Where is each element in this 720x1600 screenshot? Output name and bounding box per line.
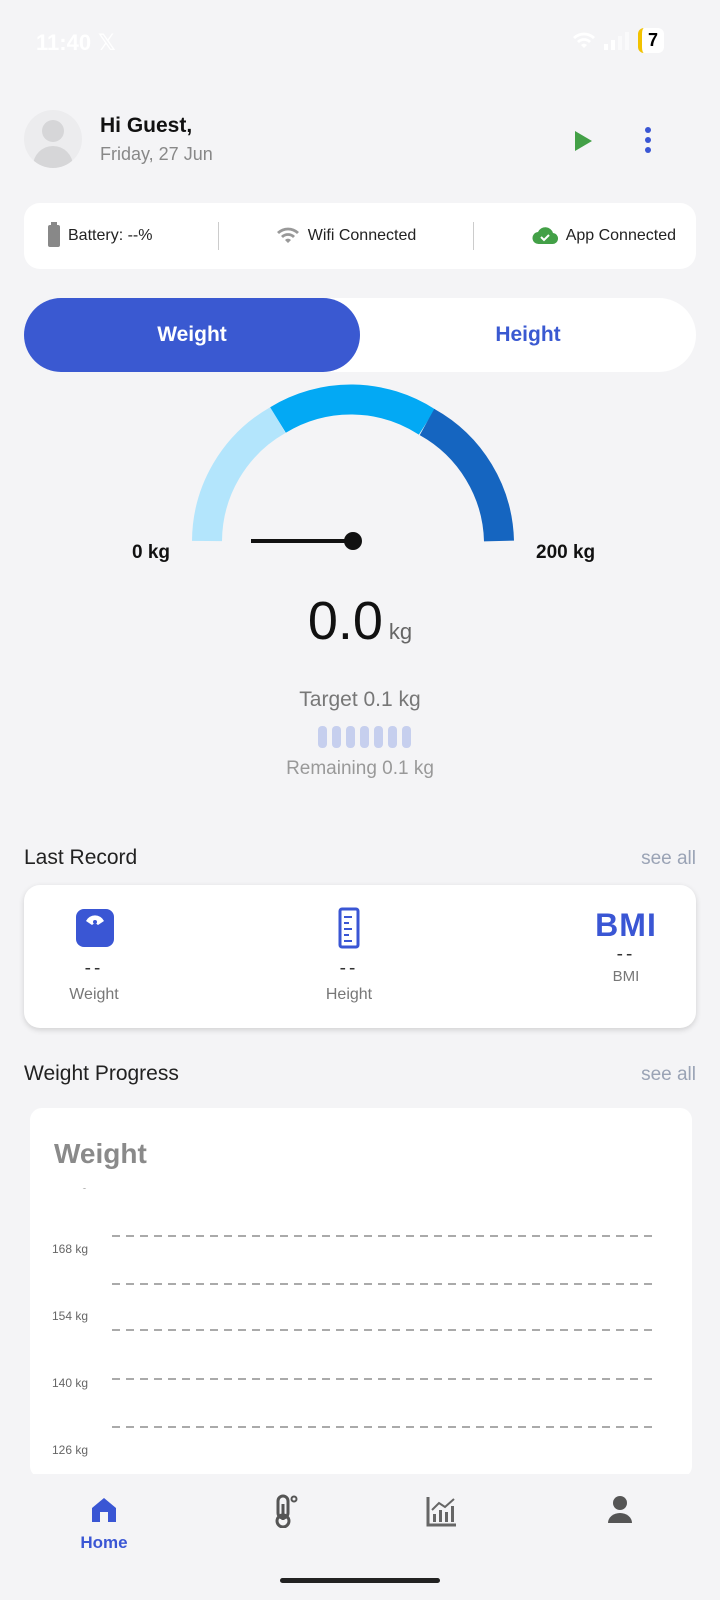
profile-icon [608, 1496, 632, 1523]
weight-progress-see-all-link[interactable]: see all [641, 1064, 696, 1086]
record-bmi-value: -- [616, 944, 636, 965]
greeting-text: Hi Guest, [100, 114, 193, 137]
record-bmi-label: BMI [612, 968, 640, 985]
dot-icon [645, 127, 651, 133]
app-status-label: App Connected [565, 227, 676, 244]
wifi-icon [572, 32, 595, 48]
header: Hi Guest, Friday, 27 Jun [24, 108, 696, 172]
wifi-status: Wifi Connected [219, 203, 473, 269]
gauge-segment-low [192, 406, 286, 542]
battery-icon [48, 222, 60, 247]
cloud-check-icon [532, 227, 558, 245]
dot-icon [645, 147, 651, 153]
weight-progress-title: Weight Progress [24, 1062, 179, 1085]
gauge-min-label: 0 kg [132, 542, 171, 563]
record-weight[interactable]: -- Weight [24, 907, 164, 1004]
tab-height[interactable]: Height [360, 298, 696, 372]
measurement-toggle: Weight Height [24, 298, 696, 372]
current-weight: 0.0 kg [0, 590, 720, 652]
battery-level-badge: 7 [637, 28, 664, 53]
signal-icon [603, 31, 629, 50]
play-button[interactable] [568, 126, 598, 156]
record-weight-label: Weight [69, 986, 119, 1003]
chart-title: Weight [54, 1138, 147, 1169]
nav-profile[interactable] [560, 1494, 680, 1529]
gauge-segment-mid [270, 384, 436, 435]
avatar[interactable] [24, 110, 82, 168]
gauge-segment-high [419, 408, 514, 542]
x-app-icon: 𝕏 [98, 30, 116, 55]
target-weight: Target 0.1 kg [299, 688, 421, 711]
nav-home[interactable]: Home [44, 1494, 164, 1553]
weight-gauge [192, 384, 514, 550]
last-record-card: -- Weight -- Height BMI -- BMI [24, 885, 696, 1028]
record-weight-value: -- [84, 958, 104, 979]
gauge-needle-pivot [344, 532, 362, 550]
remaining-weight: Remaining 0.1 kg [286, 758, 434, 779]
home-icon [92, 1498, 116, 1522]
y-tick-label: 154 kg [52, 1309, 88, 1323]
scale-icon [76, 909, 114, 947]
dot-icon [645, 137, 651, 143]
nav-statistics[interactable] [382, 1494, 502, 1533]
connection-status-card: Battery: --% Wifi Connected App Connecte… [24, 203, 696, 269]
chart-icon [426, 1497, 456, 1527]
chart-plot-area: 180 kg 168 kg 154 kg 140 kg 126 kg [52, 1188, 656, 1457]
wifi-icon [276, 227, 299, 243]
nav-temperature[interactable] [224, 1494, 344, 1533]
record-height-value: -- [339, 958, 359, 979]
play-icon [575, 131, 592, 151]
status-time: 11:40 [36, 30, 92, 55]
battery-status: Battery: --% [24, 203, 218, 269]
nav-home-label: Home [80, 1533, 128, 1552]
current-weight-unit: kg [388, 619, 413, 644]
thermometer-icon [275, 1494, 298, 1529]
y-tick-label: 180 kg [52, 1188, 88, 1189]
weight-progress-chart: Weight 180 kg 168 kg 154 kg 140 kg 126 kg [30, 1108, 692, 1478]
tab-weight[interactable]: Weight [24, 298, 360, 372]
wifi-status-label: Wifi Connected [307, 227, 417, 244]
progress-indicator [318, 726, 411, 748]
last-record-see-all-link[interactable]: see all [641, 848, 696, 870]
bmi-icon: BMI [595, 907, 657, 943]
record-bmi[interactable]: BMI -- BMI [556, 907, 696, 985]
current-weight-value: 0.0 [307, 591, 383, 651]
y-tick-label: 168 kg [52, 1242, 88, 1256]
ruler-icon [338, 907, 360, 949]
record-height-label: Height [325, 986, 373, 1003]
gauge-max-label: 200 kg [536, 542, 596, 563]
date-text: Friday, 27 Jun [100, 144, 213, 164]
more-options-button[interactable] [636, 122, 660, 158]
y-tick-label: 126 kg [52, 1443, 88, 1457]
status-bar: 11:40 𝕏 7 [0, 0, 720, 88]
last-record-title: Last Record [24, 846, 138, 869]
y-tick-label: 140 kg [52, 1376, 88, 1390]
home-indicator [280, 1578, 440, 1583]
app-status: App Connected [474, 203, 696, 269]
battery-status-label: Battery: --% [68, 227, 153, 244]
record-height[interactable]: -- Height [279, 907, 419, 1004]
status-indicators: 7 [572, 28, 664, 53]
